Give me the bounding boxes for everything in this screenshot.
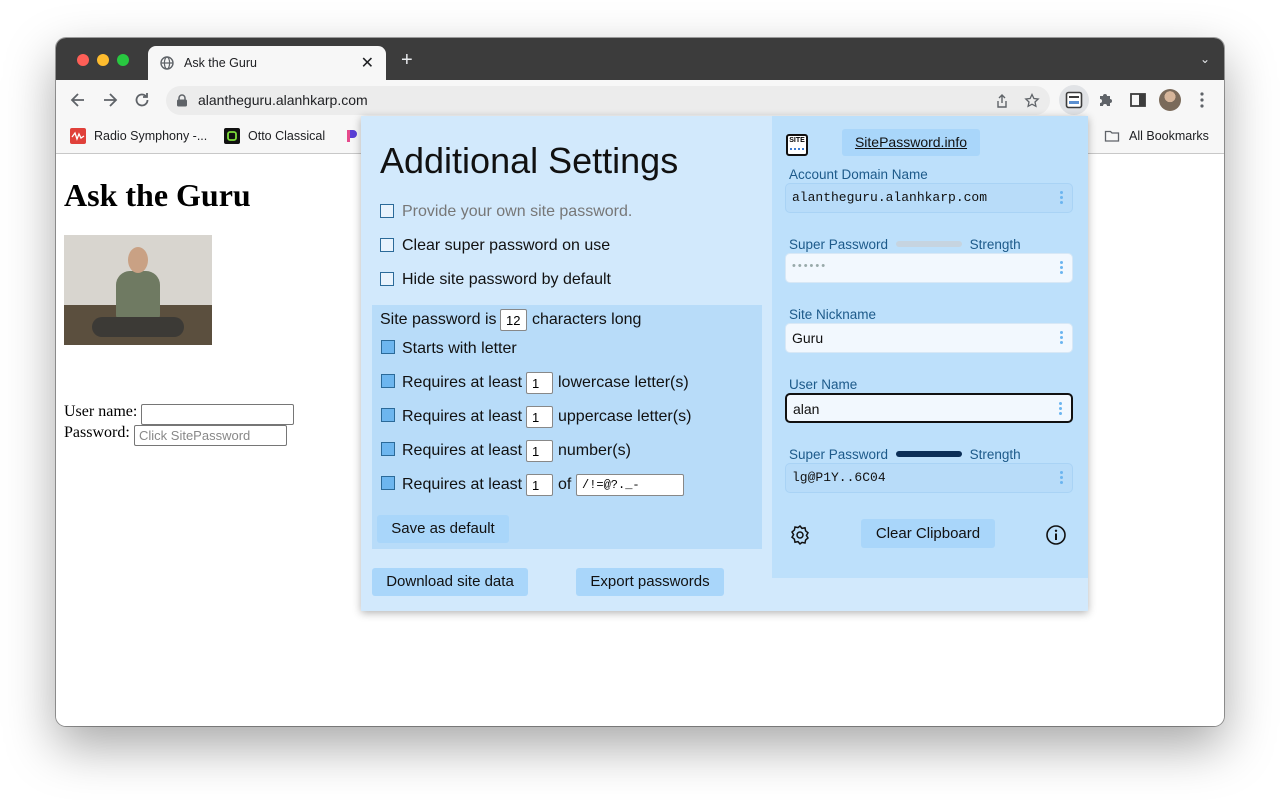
special-count-input[interactable]: 1: [526, 474, 553, 496]
info-icon[interactable]: [1045, 524, 1067, 546]
uppercase-suffix-label: uppercase letter(s): [558, 408, 692, 425]
bookmark-radio-symphony[interactable]: Radio Symphony -...: [94, 129, 207, 143]
uppercase-checkbox[interactable]: [381, 408, 395, 422]
guru-photo: [64, 235, 212, 345]
site-password-field[interactable]: lg@P1Y..6C04: [785, 463, 1073, 493]
super-password-field[interactable]: ••••••: [785, 253, 1073, 283]
number-suffix-label: number(s): [558, 442, 631, 459]
super-password-label: Super Password Strength: [789, 237, 1021, 252]
share-icon[interactable]: [994, 93, 1010, 109]
username-input[interactable]: [141, 404, 294, 425]
field-menu-icon[interactable]: [1059, 402, 1063, 416]
uppercase-count-input[interactable]: 1: [526, 406, 553, 428]
bookmark-all-bookmarks[interactable]: All Bookmarks: [1129, 129, 1209, 143]
folder-icon: [1104, 130, 1120, 142]
length-suffix-label: characters long: [532, 311, 642, 328]
lowercase-count-input[interactable]: 1: [526, 372, 553, 394]
minimize-window-button[interactable]: [97, 54, 109, 66]
settings-gear-icon[interactable]: [789, 524, 811, 546]
sitepassword-popup: Additional Settings Provide your own sit…: [361, 116, 1088, 611]
user-name-label: User Name: [789, 377, 858, 392]
special-chars-input[interactable]: /!=@?._-: [576, 474, 684, 496]
special-checkbox[interactable]: [381, 476, 395, 490]
clear-super-checkbox[interactable]: [380, 238, 394, 252]
hide-site-label: Hide site password by default: [402, 271, 611, 288]
site-nickname-label: Site Nickname: [789, 307, 877, 322]
password-input[interactable]: Click SitePassword: [134, 425, 287, 446]
length-prefix-label: Site password is: [380, 311, 497, 328]
save-as-default-button[interactable]: Save as default: [377, 515, 509, 543]
starts-with-letter-checkbox[interactable]: [381, 340, 395, 354]
tab-ask-the-guru[interactable]: Ask the Guru ✕: [148, 46, 386, 80]
tab-title: Ask the Guru: [184, 56, 257, 70]
tab-strip: Ask the Guru ✕ + ⌄: [56, 38, 1224, 80]
sitepassword-info-link[interactable]: SitePassword.info: [842, 129, 980, 156]
close-window-button[interactable]: [77, 54, 89, 66]
page-heading: Ask the Guru: [64, 177, 251, 213]
field-menu-icon[interactable]: [1060, 331, 1064, 345]
uppercase-prefix-label: Requires at least: [402, 408, 523, 425]
forward-arrow-icon[interactable]: [100, 90, 120, 110]
sitepassword-icon: [1065, 91, 1083, 109]
back-arrow-icon[interactable]: [68, 90, 88, 110]
special-prefix-label: Requires at least: [402, 476, 523, 493]
clear-super-label: Clear super password on use: [402, 237, 611, 254]
password-rules-section: Site password is 12 characters long Star…: [372, 305, 762, 549]
lowercase-prefix-label: Requires at least: [402, 374, 523, 391]
profile-avatar[interactable]: [1159, 89, 1181, 111]
super-password-strength-meter: [895, 241, 962, 247]
lowercase-suffix-label: lowercase letter(s): [558, 374, 689, 391]
site-password-label: Super Password Strength: [789, 447, 1021, 462]
lowercase-checkbox[interactable]: [381, 374, 395, 388]
special-of-label: of: [558, 476, 572, 493]
site-password-strength-meter: [895, 451, 962, 457]
more-menu-icon[interactable]: [1192, 90, 1212, 110]
field-menu-icon[interactable]: [1060, 471, 1064, 485]
clear-clipboard-button[interactable]: Clear Clipboard: [861, 519, 995, 548]
site-nickname-field[interactable]: Guru: [785, 323, 1073, 353]
field-menu-icon[interactable]: [1060, 191, 1064, 205]
number-prefix-label: Requires at least: [402, 442, 523, 459]
radio-bookmark-icon: [70, 128, 86, 144]
provide-own-checkbox[interactable]: [380, 204, 394, 218]
close-tab-icon[interactable]: ✕: [361, 53, 374, 73]
zoom-window-button[interactable]: [117, 54, 129, 66]
account-domain-label: Account Domain Name: [789, 167, 928, 182]
url-text: alantheguru.alanhkarp.com: [198, 92, 368, 108]
bookmark-otto-classical[interactable]: Otto Classical: [248, 129, 325, 143]
provide-own-label: Provide your own site password.: [402, 203, 633, 220]
hide-site-checkbox[interactable]: [380, 272, 394, 286]
password-label: Password:: [64, 424, 130, 441]
pandora-bookmark-icon[interactable]: [344, 128, 360, 144]
tab-search-chevron-icon[interactable]: ⌄: [1200, 52, 1210, 66]
otto-bookmark-icon: [224, 128, 240, 144]
side-panel-icon[interactable]: [1128, 90, 1148, 110]
lock-icon[interactable]: [176, 94, 188, 107]
length-input[interactable]: 12: [500, 309, 527, 331]
extensions-puzzle-icon[interactable]: [1096, 90, 1116, 110]
export-passwords-button[interactable]: Export passwords: [576, 568, 724, 596]
username-label: User name:: [64, 403, 138, 420]
address-bar[interactable]: alantheguru.alanhkarp.com: [166, 86, 1050, 115]
number-count-input[interactable]: 1: [526, 440, 553, 462]
download-site-data-button[interactable]: Download site data: [372, 568, 528, 596]
sitepassword-extension-button[interactable]: [1059, 85, 1089, 115]
account-domain-field[interactable]: alantheguru.alanhkarp.com: [785, 183, 1073, 213]
star-bookmark-icon[interactable]: [1024, 93, 1040, 109]
user-name-field[interactable]: alan: [785, 393, 1073, 423]
toolbar: alantheguru.alanhkarp.com: [56, 80, 1224, 120]
new-tab-button[interactable]: +: [401, 50, 413, 70]
sitepassword-logo-icon: SITE: [786, 134, 808, 156]
number-checkbox[interactable]: [381, 442, 395, 456]
sitepassword-main-panel: SITE SitePassword.info Account Domain Na…: [772, 116, 1088, 578]
popup-title: Additional Settings: [380, 140, 679, 181]
globe-icon: [160, 56, 174, 70]
starts-with-letter-label: Starts with letter: [402, 340, 517, 357]
field-menu-icon[interactable]: [1060, 261, 1064, 275]
reload-icon[interactable]: [132, 90, 152, 110]
